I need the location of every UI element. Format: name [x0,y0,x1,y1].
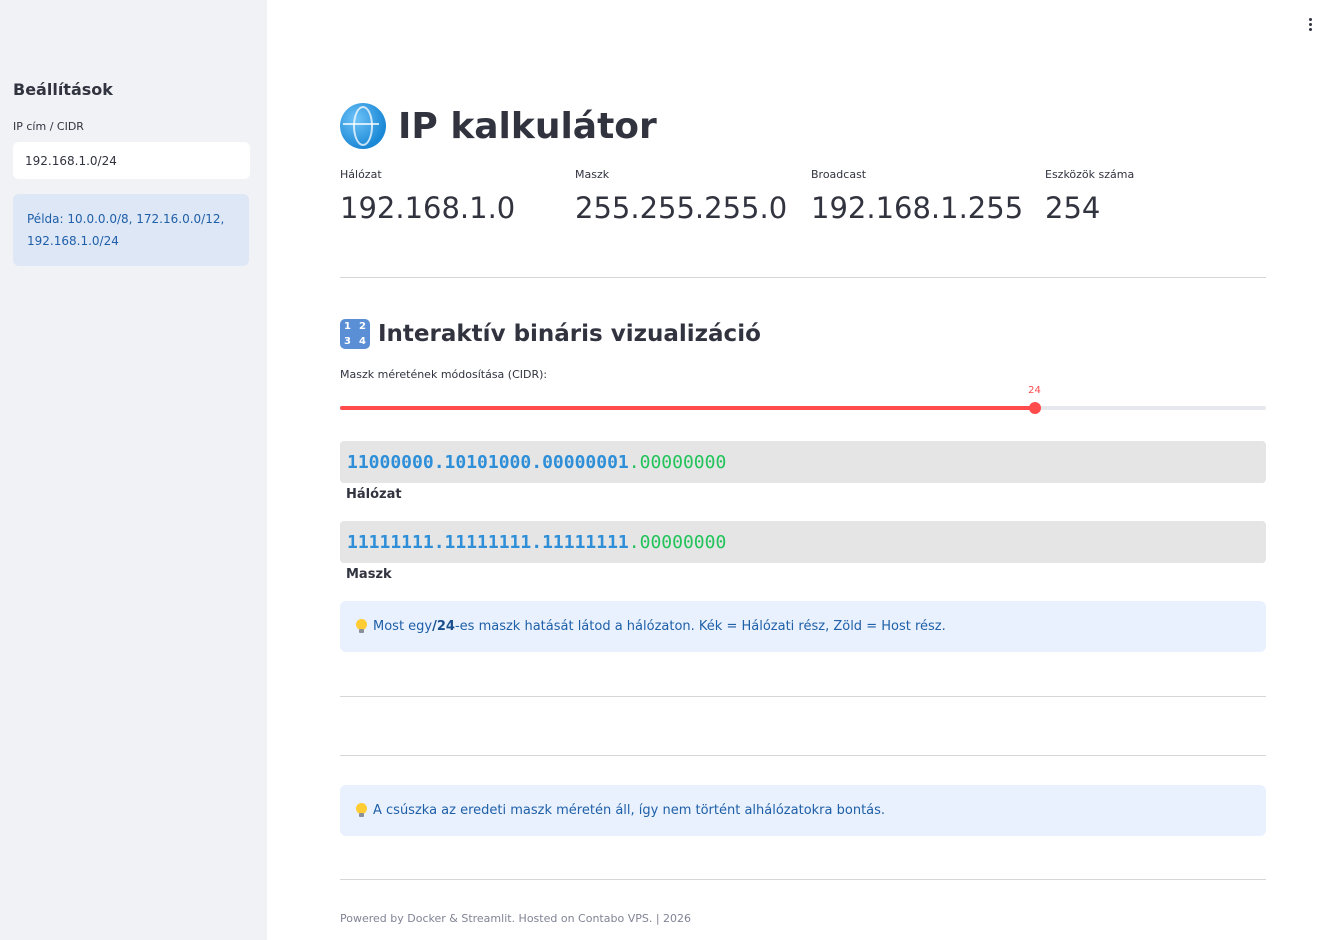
metric-broadcast: Broadcast 192.168.1.255 [811,168,1023,225]
lightbulb-icon [356,803,367,818]
metric-label: Hálózat [340,168,382,181]
network-binary-caption: Hálózat [346,487,402,502]
host-bits: .00000000 [628,451,727,473]
numbers-icon-glyph: 4 [359,336,366,347]
subnet-info-box: A csúszka az eredeti maszk méretén áll, … [340,785,1266,836]
info-suffix: -es maszk hatását látod a hálózaton. Kék… [454,619,946,634]
example-hint: Példa: 10.0.0.0/8, 172.16.0.0/12, 192.16… [13,194,249,266]
sidebar-title: Beállítások [13,80,113,99]
menu-dot [1308,17,1312,21]
menu-dot [1308,27,1312,31]
info-prefix: Most egy [373,619,433,634]
metric-value: 192.168.1.255 [811,191,1024,225]
metric-label: Eszközök száma [1045,168,1135,181]
divider [340,696,1266,697]
ip-cidr-label: IP cím / CIDR [13,120,84,133]
mask-info-box: Most egy /24 -es maszk hatását látod a há… [340,601,1266,652]
page-title: IP kalkulátor [340,100,657,152]
globe-icon [340,103,386,149]
lightbulb-icon [356,619,367,634]
cidr-slider-track[interactable] [340,402,1266,414]
network-bits: 11000000.10101000.00000001 [347,451,629,473]
metric-network: Hálózat 192.168.1.0 [340,168,515,225]
metric-value: 192.168.1.0 [340,191,516,225]
cidr-slider-label: Maszk méretének módosítása (CIDR): [340,368,548,381]
menu-dot [1308,22,1312,26]
info-cidr-bold: /24 [432,619,455,634]
kebab-menu-icon[interactable] [1302,14,1318,34]
sidebar: Beállítások IP cím / CIDR Példa: 10.0.0.… [0,0,267,940]
metric-label: Maszk [575,168,610,181]
mask-binary-box: 11111111.11111111.11111111.00000000 [340,521,1266,563]
metric-value: 254 [1045,191,1101,225]
divider [340,755,1266,756]
binary-section-title: 1 2 3 4 Interaktív bináris vizualizáció [340,318,761,350]
ip-cidr-input[interactable] [13,142,250,179]
divider [340,277,1266,278]
mask-binary-caption: Maszk [346,567,392,582]
numbers-icon-glyph: 1 [344,321,351,332]
cidr-slider-value: 24 [1028,385,1041,396]
binary-section-title-text: Interaktív bináris vizualizáció [378,321,761,347]
page-title-text: IP kalkulátor [398,105,657,147]
input-numbers-icon: 1 2 3 4 [340,319,370,349]
subnet-info-text: A csúszka az eredeti maszk méretén áll, … [373,803,886,818]
metric-value: 255.255.255.0 [575,191,788,225]
numbers-icon-glyph: 2 [359,321,366,332]
network-binary-box: 11000000.10101000.00000001.00000000 [340,441,1266,483]
divider [340,879,1266,880]
cidr-slider-thumb[interactable] [1028,402,1041,414]
footer: Powered by Docker & Streamlit. Hosted on… [340,912,692,925]
host-bits: .00000000 [628,531,727,553]
metric-device-count: Eszközök száma 254 [1045,168,1134,225]
metric-mask: Maszk 255.255.255.0 [575,168,787,225]
numbers-icon-glyph: 3 [344,336,351,347]
network-bits: 11111111.11111111.11111111 [347,531,629,553]
metric-label: Broadcast [811,168,867,181]
cidr-slider-fill [340,406,1035,410]
